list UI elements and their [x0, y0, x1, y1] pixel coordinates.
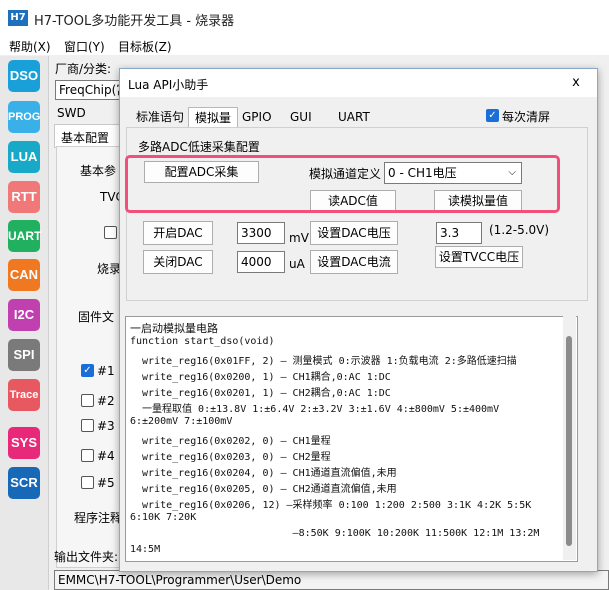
code-line: 14:5M — [130, 544, 161, 555]
open-dac-button[interactable]: 开启DAC — [143, 221, 213, 245]
code-line: 6:±200mV 7:±100mV — [130, 416, 233, 427]
code-line: write_reg16(0x01FF, 2) — 测量模式 0:示波器 1:负载… — [130, 356, 517, 367]
dac-current-input[interactable]: 4000 — [237, 251, 285, 273]
basic-param-label: 基本参 — [80, 164, 117, 178]
tab-analog[interactable]: 模拟量 — [188, 107, 239, 128]
code-line: 一启动模拟量电路 — [130, 322, 218, 335]
can-button[interactable]: CAN — [8, 259, 40, 291]
code-line: write_reg16(0x0203, 0) — CH2量程 — [130, 452, 331, 463]
dialog-title: Lua API小助手 — [128, 78, 209, 92]
clear-each-label: 每次清屏 — [502, 110, 551, 124]
firmware-item-3: #3 — [97, 419, 115, 433]
firmware-check-1[interactable]: ✓ — [81, 364, 94, 377]
app-icon: H7 — [8, 10, 28, 26]
output-folder-label: 输出文件夹: — [54, 550, 119, 564]
code-line: write_reg16(0x0202, 0) — CH1量程 — [130, 436, 331, 447]
set-dac-voltage-button[interactable]: 设置DAC电压 — [310, 221, 398, 245]
firmware-item-4: #4 — [97, 449, 115, 463]
firmware-label: 固件文 — [78, 310, 115, 324]
title-bar: H7 H7-TOOL多功能开发工具 - 烧录器 — [0, 0, 609, 35]
menu-target[interactable]: 目标板(Z) — [118, 38, 172, 55]
firmware-check-4[interactable] — [81, 449, 94, 462]
code-line: 一量程取值 0:±13.8V 1:±6.4V 2:±3.2V 3:±1.6V 4… — [130, 404, 500, 415]
clear-each-checkbox[interactable]: ✓ — [486, 109, 499, 122]
ua-unit-label: uA — [289, 257, 305, 271]
tab-gpio[interactable]: GPIO — [236, 107, 278, 127]
menu-help[interactable]: 帮助(X) — [9, 38, 51, 55]
left-toolbar: DSO PROG LUA RTT UART CAN I2C SPI Trace … — [0, 56, 49, 590]
swd-label: SWD — [57, 106, 86, 120]
firmware-check-2[interactable] — [81, 394, 94, 407]
i2c-button[interactable]: I2C — [8, 299, 40, 331]
rtt-button[interactable]: RTT — [8, 181, 40, 213]
prog-button[interactable]: PROG — [8, 101, 40, 133]
trace-button[interactable]: Trace — [8, 379, 40, 411]
code-line: write_reg16(0x0205, 0) — CH2通道直流偏值,未用 — [130, 484, 397, 495]
set-tvcc-button[interactable]: 设置TVCC电压 — [435, 246, 523, 268]
tvcc-input[interactable]: 3.3 — [436, 222, 482, 244]
firmware-check-5[interactable] — [81, 476, 94, 489]
code-line: write_reg16(0x0201, 1) — CH2耦合,0:AC 1:DC — [130, 388, 391, 399]
firmware-item-5: #5 — [97, 476, 115, 490]
mv-unit-label: mV — [289, 231, 309, 245]
sys-button[interactable]: SYS — [8, 427, 40, 459]
code-line: 6:10K 7:20K — [130, 512, 197, 523]
bg-checkbox[interactable] — [104, 226, 117, 239]
code-line: write_reg16(0x0200, 1) — CH1耦合,0:AC 1:DC — [130, 372, 391, 383]
code-line: function start_dso(void) — [130, 336, 275, 347]
highlight-box — [125, 155, 560, 213]
tab-standard[interactable]: 标准语句 — [130, 107, 190, 127]
close-icon[interactable]: x — [566, 74, 586, 92]
code-line: —8:50K 9:100K 10:200K 11:500K 12:1M 13:2… — [130, 528, 540, 539]
tab-uart[interactable]: UART — [332, 107, 376, 127]
scrollbar-thumb[interactable] — [566, 336, 572, 546]
code-line: write_reg16(0x0204, 0) — CH1通道直流偏值,未用 — [130, 468, 397, 479]
set-dac-current-button[interactable]: 设置DAC电流 — [310, 250, 398, 274]
menu-bar: 帮助(X) 窗口(Y) 目标板(Z) — [0, 35, 609, 55]
uart-button[interactable]: UART — [8, 220, 41, 252]
basic-config-panel — [56, 146, 122, 568]
tvcc-range-label: (1.2-5.0V) — [489, 223, 550, 237]
lua-button[interactable]: LUA — [8, 141, 40, 173]
program-note-label: 程序注释 — [74, 511, 123, 525]
window-title: H7-TOOL多功能开发工具 - 烧录器 — [34, 14, 235, 29]
code-line: write_reg16(0x0206, 12) —采样频率 0:100 1:20… — [130, 500, 532, 511]
burn-label: 烧录 — [97, 262, 122, 276]
scr-button[interactable]: SCR — [8, 467, 40, 499]
output-path-input[interactable]: EMMC\H7-TOOL\Programmer\User\Demo — [54, 570, 609, 590]
dialog-title-bar: Lua API小助手 x — [120, 69, 597, 97]
vendor-label: 厂商/分类: — [55, 62, 112, 76]
firmware-check-3[interactable] — [81, 419, 94, 432]
dso-button[interactable]: DSO — [8, 60, 40, 92]
close-dac-button[interactable]: 关闭DAC — [143, 250, 213, 274]
tab-basic-config[interactable]: 基本配置 — [54, 124, 122, 148]
tab-gui[interactable]: GUI — [284, 107, 318, 127]
firmware-item-2: #2 — [97, 394, 115, 408]
menu-window[interactable]: 窗口(Y) — [64, 38, 105, 55]
code-output-area[interactable]: 一启动模拟量电路 function start_dso(void) write_… — [125, 316, 578, 562]
dac-voltage-input[interactable]: 3300 — [237, 222, 285, 244]
spi-button[interactable]: SPI — [8, 339, 40, 371]
vendor-select[interactable]: FreqChip(富 — [55, 80, 128, 100]
firmware-item-1: #1 — [97, 364, 115, 378]
group-title: 多路ADC低速采集配置 — [138, 140, 260, 154]
